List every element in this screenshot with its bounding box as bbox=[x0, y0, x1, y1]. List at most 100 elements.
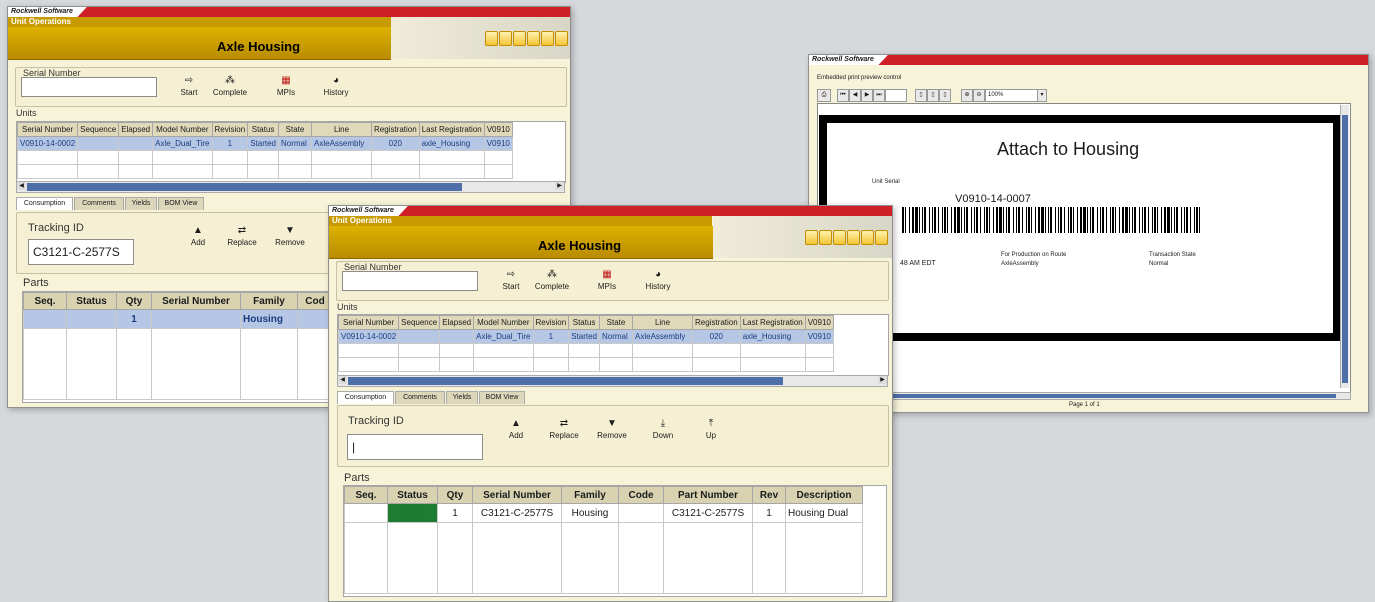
last-page-button[interactable]: ⏭ bbox=[873, 89, 885, 102]
serial-number-input[interactable] bbox=[342, 271, 478, 291]
col-elapsed[interactable]: Elapsed bbox=[118, 122, 154, 137]
col-qty[interactable]: Qty bbox=[437, 486, 473, 504]
col-description[interactable]: Description bbox=[785, 486, 863, 504]
table-row[interactable]: V0910-14-0002 Axle_Dual_Tire 1 Started N… bbox=[338, 329, 834, 344]
prev-page-button[interactable]: ◀ bbox=[849, 89, 861, 102]
col-serial-number[interactable]: Serial Number bbox=[472, 486, 562, 504]
units-horizontal-scrollbar[interactable]: ◀ ▶ bbox=[16, 181, 565, 193]
table-row[interactable]: 1 Housing bbox=[23, 309, 333, 329]
add-button[interactable]: ▲ Add bbox=[492, 418, 540, 440]
col-overflow[interactable]: V0910 bbox=[804, 315, 834, 330]
scroll-right-arrow[interactable]: ▶ bbox=[878, 376, 887, 384]
table-row[interactable] bbox=[17, 164, 513, 179]
add-button[interactable]: ▲ Add bbox=[174, 225, 222, 247]
col-status[interactable]: Status bbox=[387, 486, 438, 504]
col-registration[interactable]: Registration bbox=[692, 315, 741, 330]
table-row[interactable] bbox=[23, 328, 333, 400]
col-revision[interactable]: Revision bbox=[211, 122, 249, 137]
col-state[interactable]: State bbox=[599, 315, 633, 330]
table-row[interactable] bbox=[17, 150, 513, 165]
complete-button[interactable]: ⁂ Complete bbox=[528, 269, 576, 291]
zoom-dropdown-icon[interactable]: ▾ bbox=[1037, 89, 1047, 102]
tab-consumption[interactable]: Consumption bbox=[16, 197, 73, 210]
col-revision[interactable]: Revision bbox=[532, 315, 570, 330]
tracking-id-input[interactable]: | bbox=[347, 434, 483, 460]
table-row[interactable]: OK 1 C3121-C-2577S Housing C3121-C-2577S… bbox=[344, 503, 863, 523]
col-serial-number[interactable]: Serial Number bbox=[17, 122, 79, 137]
col-elapsed[interactable]: Elapsed bbox=[439, 315, 475, 330]
col-state[interactable]: State bbox=[278, 122, 312, 137]
col-family[interactable]: Family bbox=[561, 486, 619, 504]
complete-button[interactable]: ⁂ Complete bbox=[206, 75, 254, 97]
multi-page-button[interactable]: ▯ bbox=[939, 89, 951, 102]
up-button[interactable]: ⤒ Up bbox=[687, 418, 735, 440]
col-seq[interactable]: Seq. bbox=[344, 486, 388, 504]
scroll-thumb[interactable] bbox=[1342, 115, 1348, 383]
two-page-button[interactable]: ▯ bbox=[927, 89, 939, 102]
col-serial-number[interactable]: Serial Number bbox=[151, 292, 241, 310]
remove-button[interactable]: ▼ Remove bbox=[266, 225, 314, 247]
scroll-left-arrow[interactable]: ◀ bbox=[17, 182, 26, 190]
print-button[interactable]: ⎙ bbox=[817, 89, 831, 102]
tab-bom-view[interactable]: BOM View bbox=[479, 391, 525, 404]
scroll-thumb[interactable] bbox=[348, 377, 783, 385]
col-qty[interactable]: Qty bbox=[116, 292, 152, 310]
units-horizontal-scrollbar[interactable]: ◀ ▶ bbox=[337, 375, 888, 387]
vertical-scrollbar[interactable] bbox=[1340, 105, 1349, 388]
col-last-registration[interactable]: Last Registration bbox=[739, 315, 806, 330]
scroll-right-arrow[interactable]: ▶ bbox=[555, 182, 564, 190]
table-row[interactable] bbox=[344, 522, 863, 594]
tab-yields[interactable]: Yields bbox=[446, 391, 478, 404]
col-family[interactable]: Family bbox=[240, 292, 298, 310]
col-part-number[interactable]: Part Number bbox=[663, 486, 753, 504]
tab-comments[interactable]: Comments bbox=[74, 197, 124, 210]
col-model-number[interactable]: Model Number bbox=[152, 122, 213, 137]
col-status[interactable]: Status bbox=[247, 122, 279, 137]
tab-yields[interactable]: Yields bbox=[125, 197, 157, 210]
table-row[interactable] bbox=[338, 357, 834, 372]
col-line[interactable]: Line bbox=[311, 122, 372, 137]
tab-comments[interactable]: Comments bbox=[395, 391, 445, 404]
table-row[interactable] bbox=[338, 343, 834, 358]
col-rev[interactable]: Rev bbox=[752, 486, 786, 504]
col-status[interactable]: Status bbox=[568, 315, 600, 330]
col-last-registration[interactable]: Last Registration bbox=[418, 122, 485, 137]
replace-button[interactable]: ⇄ Replace bbox=[218, 225, 266, 247]
horizontal-scrollbar[interactable] bbox=[817, 392, 1351, 400]
next-page-button[interactable]: ▶ bbox=[861, 89, 873, 102]
single-page-button[interactable]: ▯ bbox=[915, 89, 927, 102]
barcode-bar bbox=[929, 207, 930, 233]
col-seq[interactable]: Seq. bbox=[23, 292, 67, 310]
col-sequence[interactable]: Sequence bbox=[77, 122, 120, 137]
tab-consumption[interactable]: Consumption bbox=[337, 391, 394, 404]
zoom-out-icon[interactable]: ⊖ bbox=[973, 89, 985, 102]
history-button[interactable]: ◕ History bbox=[634, 269, 682, 291]
col-serial-number[interactable]: Serial Number bbox=[338, 315, 400, 330]
zoom-in-icon[interactable]: ⊕ bbox=[961, 89, 973, 102]
zoom-select[interactable]: 100% bbox=[985, 89, 1041, 102]
col-model-number[interactable]: Model Number bbox=[473, 315, 534, 330]
mpis-button[interactable]: ▦ MPIs bbox=[262, 75, 310, 97]
first-page-button[interactable]: ⏮ bbox=[837, 89, 849, 102]
scroll-left-arrow[interactable]: ◀ bbox=[338, 376, 347, 384]
mpis-button[interactable]: ▦ MPIs bbox=[583, 269, 631, 291]
col-line[interactable]: Line bbox=[632, 315, 693, 330]
down-button[interactable]: ⤓ Down bbox=[639, 418, 687, 440]
scroll-thumb[interactable] bbox=[27, 183, 462, 191]
barcode-bar bbox=[922, 207, 923, 233]
scroll-thumb[interactable] bbox=[826, 394, 1336, 398]
table-row[interactable]: V0910-14-0002 Axle_Dual_Tire 1 Started N… bbox=[17, 136, 513, 151]
col-code[interactable]: Code bbox=[618, 486, 664, 504]
print-preview-caption: Embedded print preview control bbox=[817, 75, 902, 81]
tracking-id-input[interactable]: C3121-C-2577S bbox=[28, 239, 134, 265]
col-overflow[interactable]: V0910 bbox=[483, 122, 513, 137]
remove-button[interactable]: ▼ Remove bbox=[588, 418, 636, 440]
col-status[interactable]: Status bbox=[66, 292, 117, 310]
tab-bom-view[interactable]: BOM View bbox=[158, 197, 204, 210]
serial-number-input[interactable] bbox=[21, 77, 157, 97]
replace-button[interactable]: ⇄ Replace bbox=[540, 418, 588, 440]
history-button[interactable]: ◕ History bbox=[312, 75, 360, 97]
page-number-input[interactable] bbox=[885, 89, 907, 102]
col-registration[interactable]: Registration bbox=[371, 122, 420, 137]
col-sequence[interactable]: Sequence bbox=[398, 315, 441, 330]
